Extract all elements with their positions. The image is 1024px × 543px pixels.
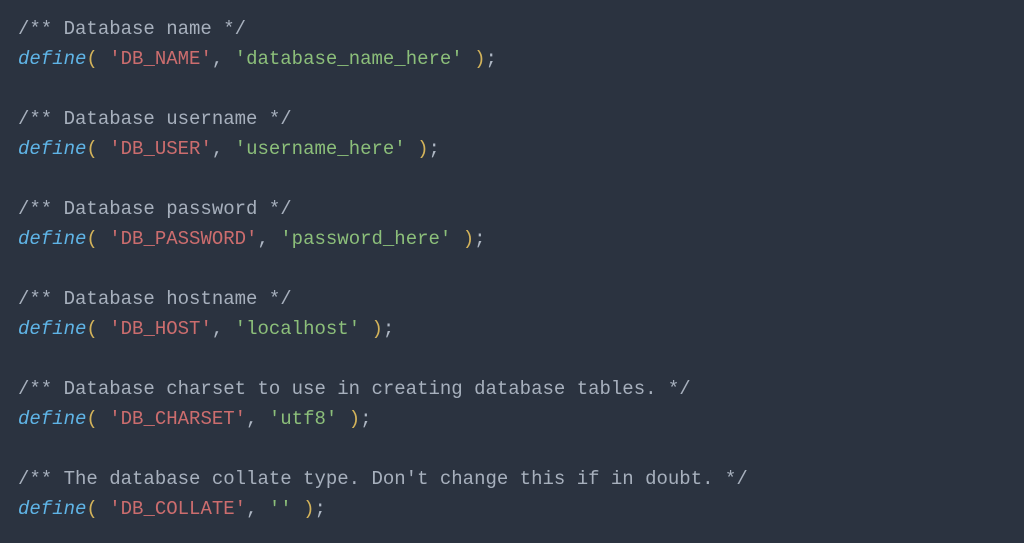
value-db-user: 'username_here' (235, 138, 406, 160)
semicolon: ; (486, 48, 497, 70)
paren-open: ( (86, 228, 97, 250)
define-keyword: define (18, 138, 86, 160)
semicolon: ; (360, 408, 371, 430)
value-db-charset: 'utf8' (269, 408, 337, 430)
paren-close: ) (303, 498, 314, 520)
value-db-name: 'database_name_here' (235, 48, 463, 70)
const-db-password: 'DB_PASSWORD' (109, 228, 257, 250)
paren-open: ( (86, 48, 97, 70)
space (98, 138, 109, 160)
const-db-charset: 'DB_CHARSET' (109, 408, 246, 430)
paren-open: ( (86, 318, 97, 340)
space (360, 318, 371, 340)
paren-close: ) (372, 318, 383, 340)
paren-open: ( (86, 138, 97, 160)
paren-close: ) (417, 138, 428, 160)
const-db-host: 'DB_HOST' (109, 318, 212, 340)
paren-open: ( (86, 498, 97, 520)
comma: , (212, 318, 235, 340)
define-keyword: define (18, 498, 86, 520)
const-db-user: 'DB_USER' (109, 138, 212, 160)
value-db-collate: '' (269, 498, 292, 520)
space (98, 498, 109, 520)
semicolon: ; (315, 498, 326, 520)
const-db-collate: 'DB_COLLATE' (109, 498, 246, 520)
comment-db-user: /** Database username */ (18, 108, 292, 130)
comma: , (246, 408, 269, 430)
define-keyword: define (18, 48, 86, 70)
comment-db-name: /** Database name */ (18, 18, 246, 40)
space (451, 228, 462, 250)
comment-db-collate: /** The database collate type. Don't cha… (18, 468, 748, 490)
comma: , (246, 498, 269, 520)
paren-close: ) (463, 228, 474, 250)
value-db-host: 'localhost' (235, 318, 360, 340)
space (292, 498, 303, 520)
const-db-name: 'DB_NAME' (109, 48, 212, 70)
semicolon: ; (383, 318, 394, 340)
space (98, 48, 109, 70)
space (463, 48, 474, 70)
space (337, 408, 348, 430)
space (98, 228, 109, 250)
comma: , (212, 138, 235, 160)
comment-db-host: /** Database hostname */ (18, 288, 292, 310)
comma: , (212, 48, 235, 70)
code-block: /** Database name */ define( 'DB_NAME', … (0, 0, 1024, 538)
value-db-password: 'password_here' (280, 228, 451, 250)
define-keyword: define (18, 228, 86, 250)
paren-close: ) (474, 48, 485, 70)
comma: , (257, 228, 280, 250)
space (98, 318, 109, 340)
space (98, 408, 109, 430)
semicolon: ; (474, 228, 485, 250)
paren-open: ( (86, 408, 97, 430)
define-keyword: define (18, 318, 86, 340)
comment-db-password: /** Database password */ (18, 198, 292, 220)
paren-close: ) (349, 408, 360, 430)
comment-db-charset: /** Database charset to use in creating … (18, 378, 691, 400)
define-keyword: define (18, 408, 86, 430)
space (406, 138, 417, 160)
semicolon: ; (429, 138, 440, 160)
